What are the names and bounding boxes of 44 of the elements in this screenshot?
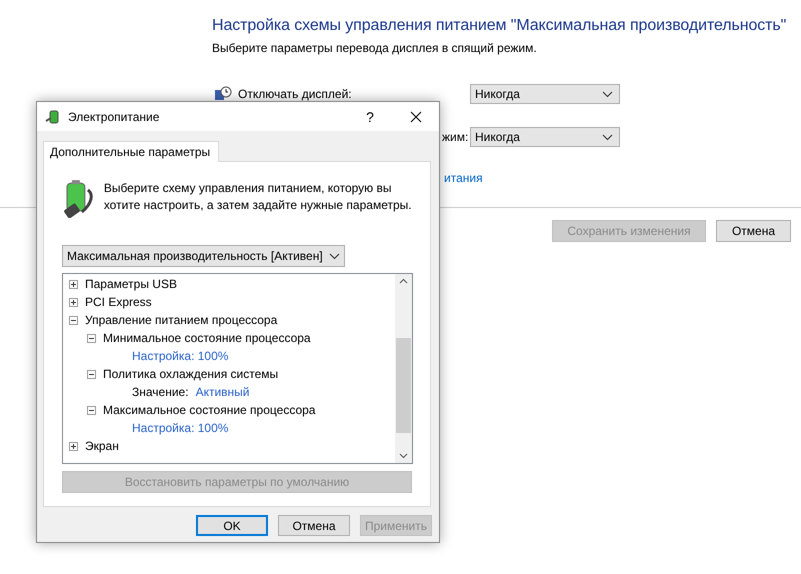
power-plan-dropdown[interactable]: Максимальная производительность [Активен] bbox=[62, 245, 345, 267]
expand-icon[interactable] bbox=[69, 280, 78, 288]
collapse-icon[interactable] bbox=[87, 370, 96, 378]
dropdown[interactable]: Никогда bbox=[470, 84, 620, 104]
chevron-down-icon bbox=[328, 252, 340, 260]
window-title: Электропитание bbox=[68, 110, 160, 124]
setting-value-link[interactable]: Активный bbox=[196, 385, 250, 399]
setting-link[interactable]: Настройка: 100% bbox=[132, 349, 228, 363]
page-subtitle: Выберите параметры перевода дисплея в спящий режим. bbox=[212, 41, 538, 55]
scroll-down-icon[interactable] bbox=[399, 453, 408, 459]
tree-item[interactable]: PCI Express bbox=[85, 295, 152, 309]
expand-icon[interactable] bbox=[69, 442, 78, 450]
link[interactable]: итания bbox=[444, 171, 483, 185]
ok-button[interactable]: OK bbox=[196, 515, 268, 536]
setting-link[interactable]: Настройка: 100% bbox=[132, 421, 228, 435]
cancel-button[interactable]: Отмена bbox=[278, 515, 350, 536]
tree-item[interactable]: Параметры USB bbox=[85, 277, 177, 291]
collapse-icon[interactable] bbox=[87, 406, 96, 414]
tab[interactable]: Дополнительные параметры bbox=[43, 141, 220, 162]
close-icon[interactable] bbox=[410, 110, 422, 122]
battery-plug-icon bbox=[45, 108, 61, 124]
chevron-down-icon bbox=[602, 90, 613, 98]
page-title: Настройка схемы управления питанием "Максимальная производительность" bbox=[212, 17, 788, 35]
collapse-icon[interactable] bbox=[87, 334, 96, 342]
tree-item[interactable]: Управление питанием процессора bbox=[85, 313, 278, 327]
battery-plug-icon bbox=[62, 180, 94, 218]
tree-item[interactable]: Экран bbox=[85, 439, 119, 453]
monitor-clock-icon bbox=[214, 86, 232, 102]
tree-item[interactable]: Максимальное состояние процессора bbox=[103, 403, 316, 417]
scroll-up-icon[interactable] bbox=[399, 278, 408, 284]
tree-item[interactable]: Минимальное состояние процессора bbox=[103, 331, 311, 345]
setting-label: Отключать дисплей: bbox=[238, 87, 352, 101]
setting-label: Значение: bbox=[132, 385, 189, 399]
chevron-down-icon bbox=[602, 134, 613, 140]
tree-item[interactable]: Политика охлаждения системы bbox=[103, 367, 278, 381]
dropdown[interactable]: Никогда bbox=[470, 127, 620, 147]
scroll-thumb[interactable] bbox=[396, 338, 411, 433]
help-button[interactable]: ? bbox=[347, 108, 393, 124]
cancel-button[interactable]: Отмена bbox=[716, 220, 791, 242]
description-text: Выберите схему управления питанием, которую вы хотите настроить, а затем задайте нужные параметры. bbox=[104, 180, 412, 214]
setting-label: жим: bbox=[442, 130, 468, 144]
expand-icon[interactable] bbox=[69, 298, 78, 306]
scrollbar[interactable] bbox=[395, 274, 412, 463]
collapse-icon[interactable] bbox=[69, 316, 78, 324]
